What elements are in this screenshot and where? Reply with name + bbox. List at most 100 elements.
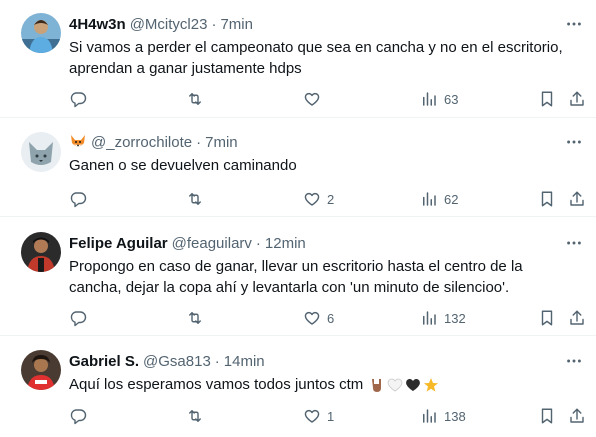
like-button[interactable] <box>303 89 327 109</box>
share-icon <box>570 191 584 206</box>
user-handle[interactable]: @Gsa813 <box>143 353 211 370</box>
tweet-header: @_zorrochilote · 7min <box>69 132 556 152</box>
reply-button[interactable] <box>69 308 93 328</box>
white-heart-emoji-icon <box>387 377 403 393</box>
tweet-text-line: aprendan a ganar justamente hdps <box>69 60 302 77</box>
like-button[interactable]: 1 <box>303 406 334 426</box>
action-bar: 63 <box>0 89 596 109</box>
user-handle[interactable]: @_zorrochilote <box>91 134 192 151</box>
bookmark-icon <box>541 91 553 107</box>
rock-hand-emoji-icon <box>369 377 385 393</box>
share-icon <box>570 310 584 325</box>
display-name[interactable]: Felipe Aguilar <box>69 235 168 252</box>
display-name[interactable]: 4H4w3n <box>69 16 126 33</box>
tweet-text-content: Aquí los esperamos vamos todos juntos ct… <box>69 376 364 393</box>
views-button[interactable]: 138 <box>420 406 466 426</box>
views-button[interactable]: 62 <box>420 189 458 209</box>
tweet-header: Felipe Aguilar @feaguilarv · 12min <box>69 233 556 253</box>
tweet-text-line: Si vamos a perder el campeonato que sea … <box>69 39 563 56</box>
tweet-text: Si vamos a perder el campeonato que sea … <box>69 37 569 79</box>
star-emoji-icon <box>423 377 439 393</box>
reply-icon <box>70 409 87 425</box>
retweet-icon <box>189 312 201 324</box>
reply-icon <box>70 92 87 108</box>
retweet-icon <box>189 193 201 205</box>
bookmark-button[interactable] <box>538 89 556 109</box>
avatar[interactable] <box>21 350 61 390</box>
like-button[interactable]: 6 <box>303 308 334 328</box>
more-icon[interactable] <box>564 14 584 34</box>
share-button[interactable] <box>568 89 586 109</box>
reply-button[interactable] <box>69 189 93 209</box>
timestamp[interactable]: 14min <box>224 353 265 370</box>
heart-icon <box>304 192 320 206</box>
retweet-icon <box>189 93 201 105</box>
more-icon[interactable] <box>564 233 584 253</box>
timestamp[interactable]: 7min <box>220 16 253 33</box>
reply-button[interactable] <box>69 89 93 109</box>
views-count: 62 <box>444 191 459 207</box>
action-bar: 2 62 <box>0 189 596 209</box>
separator-dot: · <box>255 234 261 252</box>
retweet-button[interactable] <box>186 308 210 328</box>
action-bar: 6 132 <box>0 308 596 328</box>
avatar[interactable] <box>21 13 61 53</box>
tweet-text-line: Ganen o se devuelven caminando <box>69 157 297 174</box>
tweet-text: Aquí los esperamos vamos todos juntos ct… <box>69 374 569 395</box>
views-count: 63 <box>444 91 459 107</box>
reply-icon <box>70 192 87 208</box>
retweet-button[interactable] <box>186 406 210 426</box>
share-icon <box>570 408 584 423</box>
bookmark-icon <box>541 310 553 326</box>
views-chart-icon <box>423 409 436 423</box>
tweet-text-line: Propongo en caso de ganar, llevar un esc… <box>69 258 523 275</box>
bookmark-button[interactable] <box>538 406 556 426</box>
like-button[interactable]: 2 <box>303 189 334 209</box>
heart-icon <box>304 311 320 325</box>
reply-button[interactable] <box>69 406 93 426</box>
avatar[interactable] <box>21 132 61 172</box>
tweet-text-line: Aquí los esperamos vamos todos juntos ct… <box>69 374 569 395</box>
action-bar: 1 138 <box>0 406 596 426</box>
separator-dot: · <box>196 133 202 151</box>
black-heart-emoji-icon <box>405 377 421 393</box>
separator-dot: · <box>214 352 220 370</box>
more-icon[interactable] <box>564 351 584 371</box>
avatar[interactable] <box>21 232 61 272</box>
bookmark-icon <box>541 191 553 207</box>
bookmark-button[interactable] <box>538 189 556 209</box>
tweet-header: 4H4w3n @Mcitycl23 · 7min <box>69 14 556 34</box>
tweet[interactable]: Gabriel S. @Gsa813 · 14min Aquí los espe… <box>0 336 596 437</box>
reply-icon <box>70 311 87 327</box>
share-button[interactable] <box>568 308 586 328</box>
views-chart-icon <box>423 92 436 106</box>
views-button[interactable]: 132 <box>420 308 466 328</box>
retweet-button[interactable] <box>186 89 210 109</box>
share-icon <box>570 91 584 106</box>
like-count: 6 <box>327 310 335 326</box>
share-button[interactable] <box>568 406 586 426</box>
views-button[interactable]: 63 <box>420 89 458 109</box>
tweet[interactable]: @_zorrochilote · 7min Ganen o se devuelv… <box>0 118 596 217</box>
more-icon[interactable] <box>564 132 584 152</box>
share-button[interactable] <box>568 189 586 209</box>
timestamp[interactable]: 7min <box>205 134 238 151</box>
display-name[interactable]: Gabriel S. <box>69 353 139 370</box>
tweet-header: Gabriel S. @Gsa813 · 14min <box>69 351 556 371</box>
tweet[interactable]: Felipe Aguilar @feaguilarv · 12min Propo… <box>0 217 596 336</box>
user-handle[interactable]: @feaguilarv <box>172 235 252 252</box>
user-handle[interactable]: @Mcitycl23 <box>130 16 208 33</box>
bookmark-icon <box>541 408 553 424</box>
retweet-icon <box>189 410 201 422</box>
views-count: 138 <box>444 408 466 424</box>
fox-emoji-icon <box>69 133 87 151</box>
bookmark-button[interactable] <box>538 308 556 328</box>
heart-icon <box>304 92 320 106</box>
tweet[interactable]: 4H4w3n @Mcitycl23 · 7min Si vamos a perd… <box>0 0 596 118</box>
tweet-text-line: cancha, dejar la copa ahí y levantarla c… <box>69 279 510 296</box>
separator-dot: · <box>211 15 217 33</box>
timestamp[interactable]: 12min <box>265 235 306 252</box>
like-count: 2 <box>327 191 335 207</box>
retweet-button[interactable] <box>186 189 210 209</box>
views-chart-icon <box>423 192 436 206</box>
